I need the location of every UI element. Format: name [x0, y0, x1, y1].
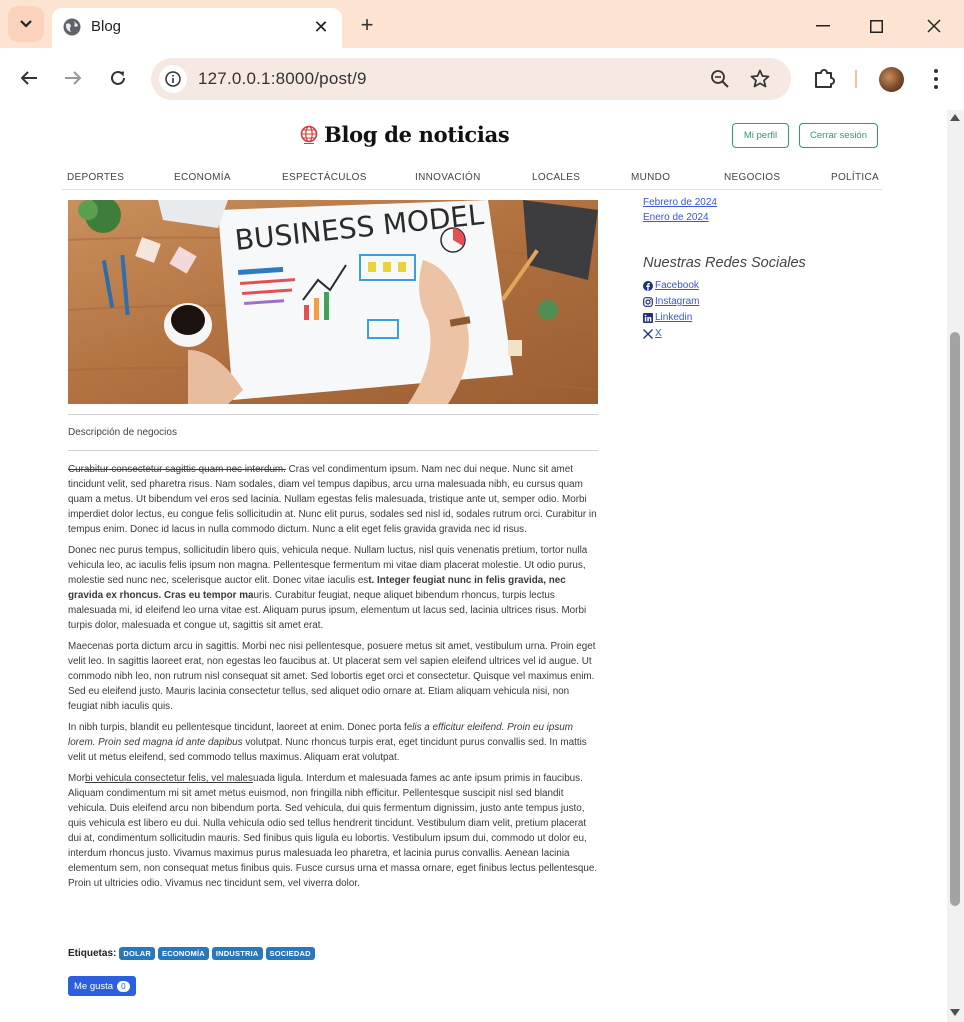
tab-search-button[interactable]	[8, 6, 44, 42]
minimize-icon	[816, 25, 830, 27]
browser-tab[interactable]: Blog ✕	[52, 8, 342, 48]
paragraph-3: Maecenas porta dictum arcu in sagittis. …	[68, 641, 596, 712]
archive-link-enero[interactable]: Enero de 2024	[643, 212, 709, 223]
like-count-badge: 0	[117, 980, 130, 992]
tab-title: Blog	[91, 18, 122, 35]
scroll-down-arrow-icon[interactable]	[950, 1009, 960, 1016]
tag-list: Etiquetas: DOLAR ECONOMÍA INDUSTRIA SOCI…	[68, 947, 318, 960]
scroll-up-arrow-icon[interactable]	[950, 114, 960, 121]
reload-button[interactable]	[102, 62, 134, 94]
url-text[interactable]: 127.0.0.1:8000/post/9	[198, 69, 367, 89]
nav-economia[interactable]: ECONOMÍA	[174, 172, 231, 183]
nav-politica[interactable]: POLÍTICA	[831, 172, 879, 183]
site-header: Blog de noticias Mi perfil Cerrar sesión…	[0, 110, 947, 190]
social-link-linkedin[interactable]: Linkedin	[643, 312, 692, 323]
nav-mundo[interactable]: MUNDO	[631, 172, 670, 183]
zoom-icon[interactable]	[709, 68, 731, 90]
nav-deportes[interactable]: DEPORTES	[67, 172, 124, 183]
tag-industria[interactable]: INDUSTRIA	[211, 947, 263, 960]
facebook-icon	[643, 280, 653, 291]
image-caption: Descripción de negocios	[68, 427, 177, 438]
close-tab-icon[interactable]: ✕	[310, 16, 332, 38]
like-label: Me gusta	[74, 980, 114, 992]
toolbar-divider	[855, 70, 857, 88]
chevron-down-icon	[20, 20, 32, 28]
nav-espectaculos[interactable]: ESPECTÁCULOS	[282, 172, 367, 183]
post-body: Curabitur consectetur sagittis quam nec …	[68, 462, 598, 897]
archive-link-febrero[interactable]: Febrero de 2024	[643, 197, 717, 208]
tags-label: Etiquetas:	[68, 948, 117, 959]
site-title: Blog de noticias	[324, 122, 510, 147]
arrow-left-icon	[20, 71, 37, 85]
globe-logo-icon	[300, 125, 318, 144]
nav-locales[interactable]: LOCALES	[532, 172, 580, 183]
reload-icon	[111, 70, 125, 85]
social-link-instagram[interactable]: Instagram	[643, 296, 699, 307]
new-tab-button[interactable]: +	[355, 12, 379, 37]
site-logo[interactable]: Blog de noticias	[300, 122, 510, 147]
logout-button[interactable]: Cerrar sesión	[799, 123, 878, 148]
image-divider-bottom	[68, 450, 598, 451]
minimize-button[interactable]	[800, 8, 846, 44]
like-button[interactable]: Me gusta 0	[68, 976, 136, 996]
social-link-x[interactable]: X	[643, 328, 662, 339]
paragraph-2: Donec nec purus tempus, sollicitudin lib…	[68, 545, 588, 631]
tag-economia[interactable]: ECONOMÍA	[158, 947, 209, 960]
page-viewport: Blog de noticias Mi perfil Cerrar sesión…	[0, 110, 947, 1022]
site-info-icon[interactable]	[159, 65, 187, 93]
paragraph-5: Morbi vehicula consectetur felis, vel ma…	[68, 773, 598, 889]
x-icon	[643, 328, 653, 339]
close-window-button[interactable]	[911, 8, 957, 44]
post-hero-image: BUSINESS MODEL	[68, 200, 598, 404]
maximize-button[interactable]	[853, 8, 899, 44]
globe-icon	[63, 18, 81, 36]
close-icon	[927, 19, 941, 33]
tag-sociedad[interactable]: SOCIEDAD	[265, 947, 315, 960]
arrow-right-icon	[65, 71, 82, 85]
puzzle-icon	[815, 69, 835, 88]
linkedin-icon	[643, 312, 653, 323]
forward-button[interactable]	[57, 62, 89, 94]
address-bar[interactable]: 127.0.0.1:8000/post/9	[151, 58, 791, 100]
struck-text: Curabitur consectetur sagittis quam nec …	[68, 464, 286, 475]
image-divider-top	[68, 414, 598, 415]
page-scrollbar[interactable]	[947, 110, 964, 1022]
profile-button[interactable]: Mi perfil	[732, 123, 789, 148]
extensions-button[interactable]	[810, 64, 838, 92]
menu-button[interactable]	[925, 66, 947, 92]
back-button[interactable]	[13, 62, 45, 94]
tag-dolar[interactable]: DOLAR	[119, 947, 156, 960]
social-heading: Nuestras Redes Sociales	[643, 255, 806, 271]
browser-chrome: Blog ✕ + 127.0.0.1:8000/post/9	[0, 0, 964, 109]
paragraph-1: Curabitur consectetur sagittis quam nec …	[68, 464, 597, 535]
social-link-facebook[interactable]: Facebook	[643, 280, 699, 291]
nav-innovacion[interactable]: INNOVACIÓN	[415, 172, 481, 183]
paragraph-4: In nibh turpis, blandit eu pellentesque …	[68, 722, 587, 763]
bookmark-star-icon[interactable]	[749, 68, 771, 90]
scroll-thumb[interactable]	[950, 332, 960, 906]
browser-toolbar: 127.0.0.1:8000/post/9	[0, 48, 964, 109]
nav-negocios[interactable]: NEGOCIOS	[724, 172, 780, 183]
category-nav: DEPORTES ECONOMÍA ESPECTÁCULOS INNOVACIÓ…	[62, 166, 882, 190]
underlined-text: bi vehicula consectetur felis, vel males	[85, 773, 253, 784]
instagram-icon	[643, 296, 653, 307]
profile-avatar[interactable]	[879, 67, 904, 92]
maximize-icon	[869, 19, 883, 33]
